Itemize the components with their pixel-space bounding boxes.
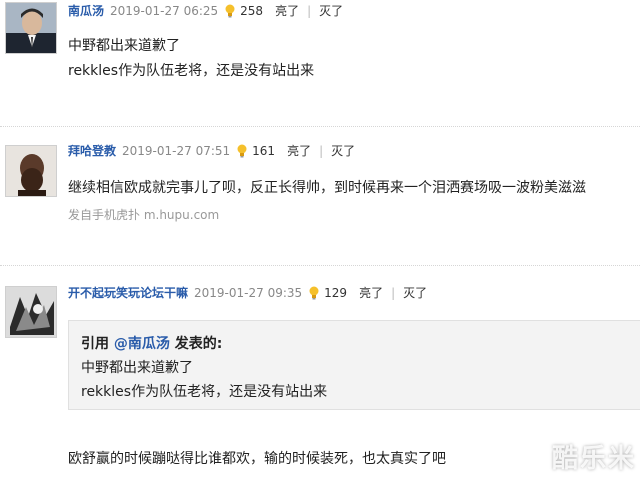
- comment-meta: 南瓜汤 2019-01-27 06:25 258 亮了 | 灭了: [68, 2, 343, 19]
- light-button[interactable]: 亮了: [275, 2, 299, 19]
- separator: |: [307, 3, 312, 18]
- comment-text-line: rekkles作为队伍老将，还是没有站出来: [68, 63, 315, 79]
- separator: |: [391, 285, 396, 300]
- quoted-username-link[interactable]: @南瓜汤: [114, 336, 170, 352]
- separator: |: [319, 143, 324, 158]
- comment-meta: 开不起玩笑玩论坛干嘛 2019-01-27 09:35 129 亮了 | 灭了: [68, 284, 427, 301]
- quote-text-line: 中野都出来道歉了: [81, 360, 193, 376]
- quote-header: 引用 @南瓜汤 发表的:: [81, 333, 222, 353]
- divider: [0, 126, 640, 127]
- like-count: 129: [324, 285, 348, 300]
- divider: [0, 265, 640, 266]
- timestamp: 2019-01-27 06:25: [110, 3, 219, 18]
- timestamp: 2019-01-27 09:35: [194, 285, 303, 300]
- like-count: 258: [240, 3, 264, 18]
- username-link[interactable]: 拜哈登教: [68, 142, 116, 159]
- quote-suffix: 发表的:: [174, 336, 223, 352]
- username-link[interactable]: 开不起玩笑玩论坛干嘛: [68, 284, 188, 301]
- comment-1: 南瓜汤 2019-01-27 06:25 258 亮了 | 灭了 中野都出来道歉…: [0, 0, 640, 120]
- quote-prefix: 引用: [81, 336, 109, 352]
- post-source[interactable]: 发自手机虎扑 m.hupu.com: [68, 206, 219, 223]
- light-button[interactable]: 亮了: [359, 284, 383, 301]
- comment-text-line: 欧舒赢的时候蹦哒得比谁都欢，输的时候装死，也太真实了吧: [68, 451, 446, 467]
- quote-text-line: rekkles作为队伍老将，还是没有站出来: [81, 384, 328, 400]
- light-bulb-icon: [224, 4, 236, 18]
- timestamp: 2019-01-27 07:51: [122, 143, 231, 158]
- comment-text-line: 继续相信欧成就完事儿了呗，反正长得帅，到时候再来一个泪洒赛场吸一波粉美滋滋: [68, 180, 586, 196]
- light-bulb-icon: [236, 144, 248, 158]
- avatar[interactable]: [5, 286, 57, 338]
- light-button[interactable]: 亮了: [287, 142, 311, 159]
- like-count: 161: [252, 143, 276, 158]
- username-link[interactable]: 南瓜汤: [68, 2, 104, 19]
- quote-block: 引用 @南瓜汤 发表的: 中野都出来道歉了 rekkles作为队伍老将，还是没有…: [68, 320, 640, 410]
- avatar[interactable]: [5, 145, 57, 197]
- dim-button[interactable]: 灭了: [319, 2, 343, 19]
- dim-button[interactable]: 灭了: [331, 142, 355, 159]
- comment-2: 拜哈登教 2019-01-27 07:51 161 亮了 | 灭了 继续相信欧成…: [0, 138, 640, 258]
- avatar[interactable]: [5, 2, 57, 54]
- watermark-logo: 酷乐米: [551, 444, 636, 474]
- comment-meta: 拜哈登教 2019-01-27 07:51 161 亮了 | 灭了: [68, 142, 355, 159]
- comment-text-line: 中野都出来道歉了: [68, 38, 180, 54]
- dim-button[interactable]: 灭了: [403, 284, 427, 301]
- light-bulb-icon: [308, 286, 320, 300]
